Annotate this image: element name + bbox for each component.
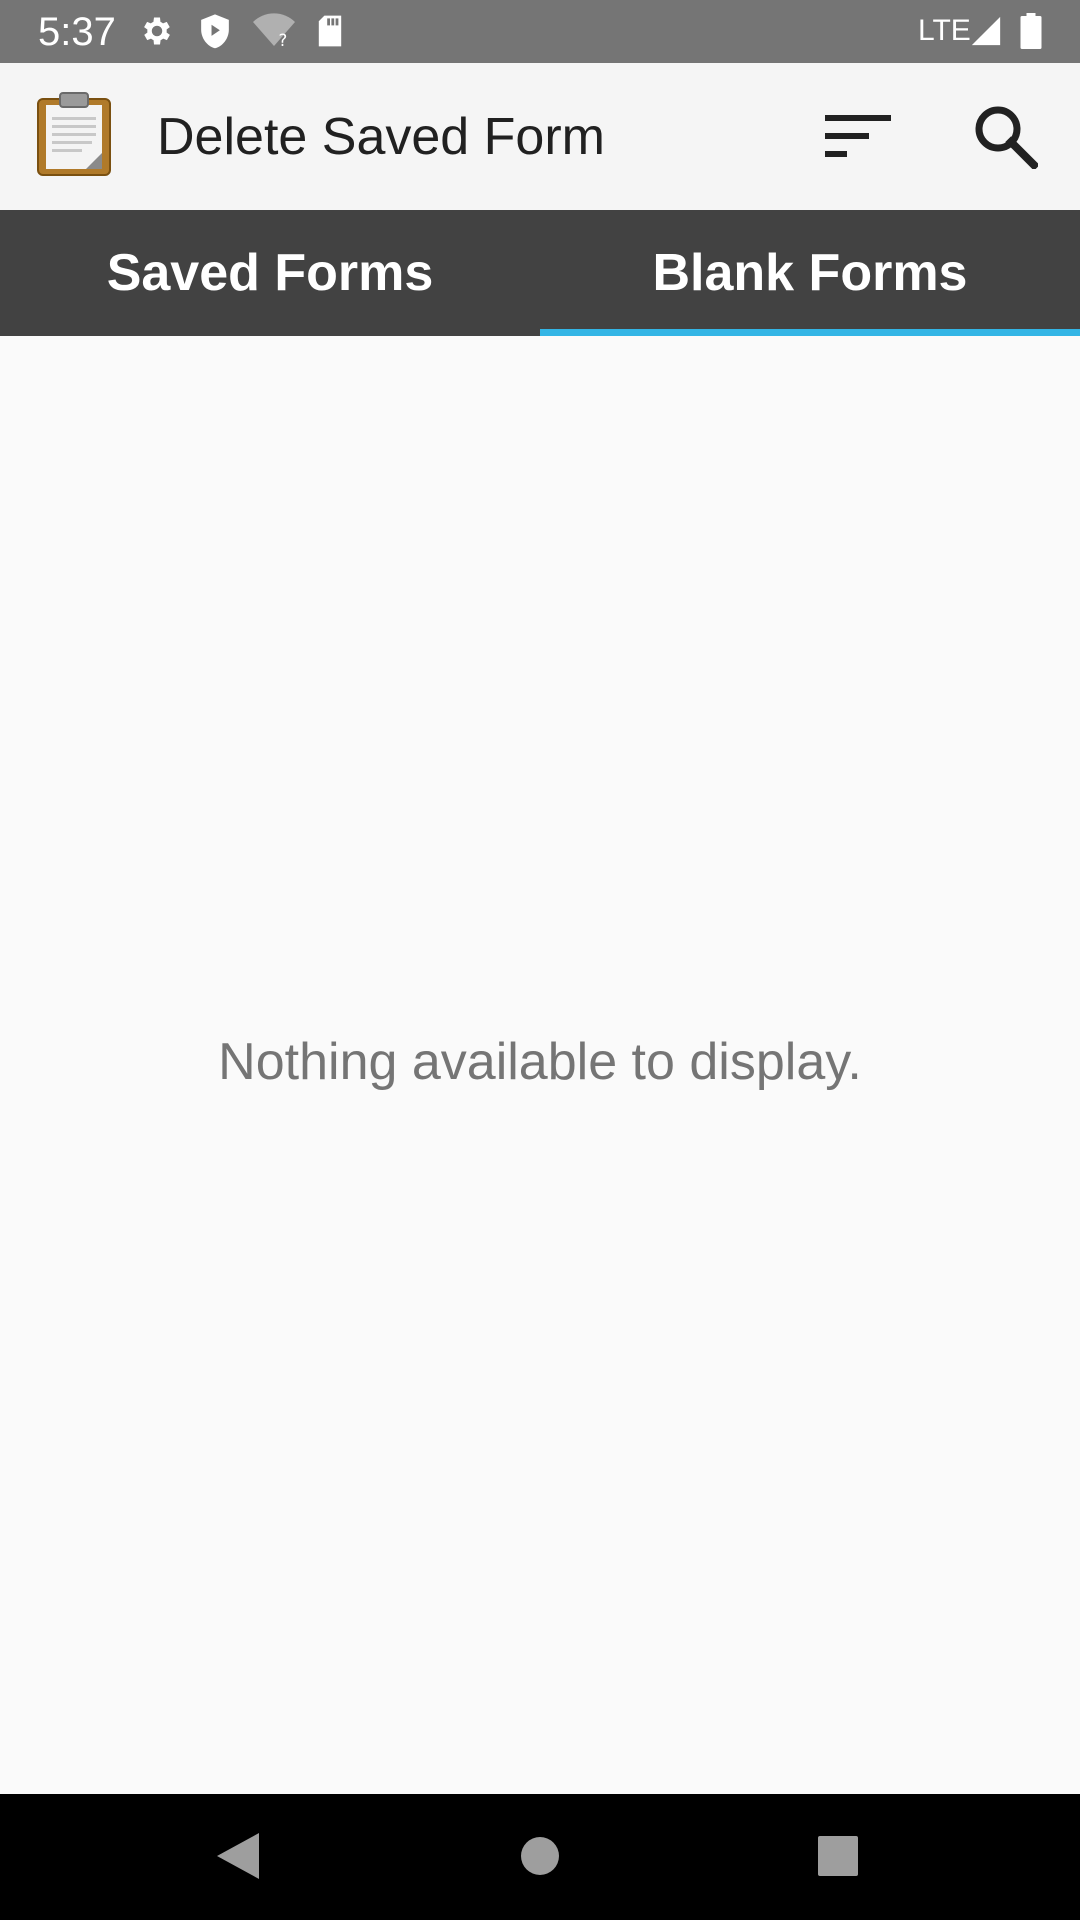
home-button[interactable]	[500, 1818, 580, 1898]
home-icon	[519, 1835, 561, 1882]
recents-button[interactable]	[798, 1818, 878, 1898]
clipboard-icon	[36, 91, 112, 177]
tab-bar: Saved Forms Blank Forms	[0, 210, 1080, 336]
tab-indicator	[540, 329, 1080, 336]
back-button[interactable]	[198, 1818, 278, 1898]
recents-icon	[818, 1835, 858, 1881]
back-icon	[215, 1831, 261, 1886]
sd-card-icon	[314, 12, 346, 50]
forms-list-area: Nothing available to display.	[0, 336, 1080, 1794]
sort-button[interactable]	[813, 93, 903, 183]
status-time: 5:37	[38, 10, 116, 54]
screen: 5:37 ? LTE Delete Saved Form Saved Forms…	[0, 0, 1080, 1920]
signal-icon	[968, 12, 1004, 50]
status-bar: 5:37 ? LTE	[0, 0, 1080, 63]
tab-blank-forms[interactable]: Blank Forms	[540, 210, 1080, 336]
app-bar: Delete Saved Form	[0, 63, 1080, 210]
tab-label: Saved Forms	[106, 244, 434, 302]
network-type: LTE	[918, 14, 971, 47]
sort-icon	[825, 113, 891, 164]
search-button[interactable]	[960, 93, 1050, 183]
tab-saved-forms[interactable]: Saved Forms	[0, 210, 540, 336]
nav-bar	[0, 1794, 1080, 1920]
settings-icon	[138, 12, 176, 50]
tab-label: Blank Forms	[652, 244, 968, 302]
search-icon	[972, 103, 1040, 174]
page-title: Delete Saved Form	[157, 108, 605, 166]
shield-icon	[196, 12, 234, 50]
wifi-question-icon: ?	[252, 12, 296, 50]
empty-state-message: Nothing available to display.	[218, 1033, 862, 1091]
svg-text:?: ?	[279, 31, 288, 49]
battery-icon	[1016, 12, 1046, 50]
